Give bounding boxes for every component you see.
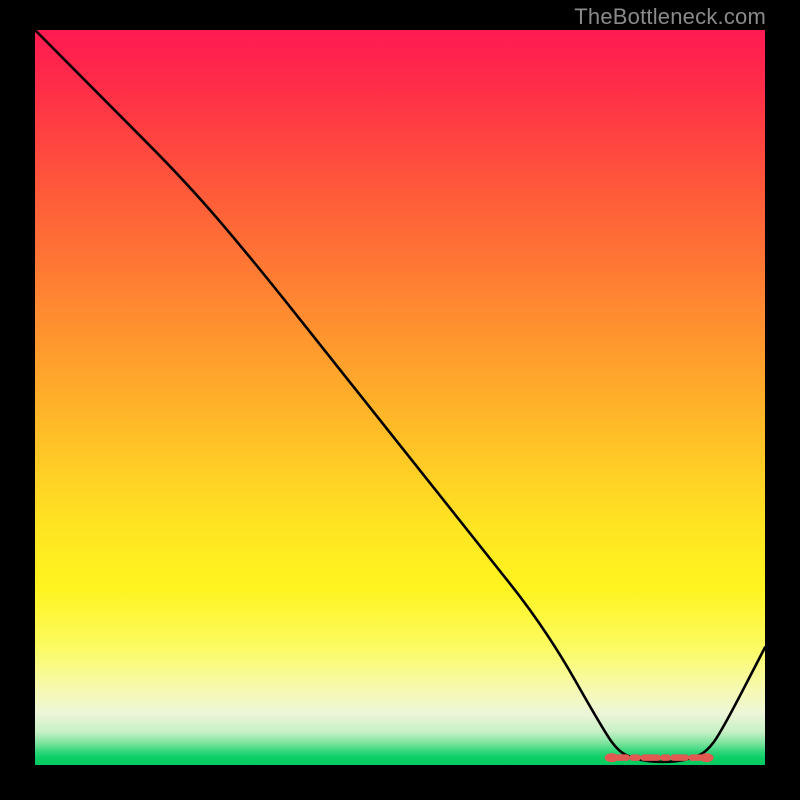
watermark-text: TheBottleneck.com [574, 4, 766, 30]
chart-overlay [35, 30, 765, 765]
bottleneck-curve [35, 30, 765, 762]
chart-frame: TheBottleneck.com [0, 0, 800, 800]
